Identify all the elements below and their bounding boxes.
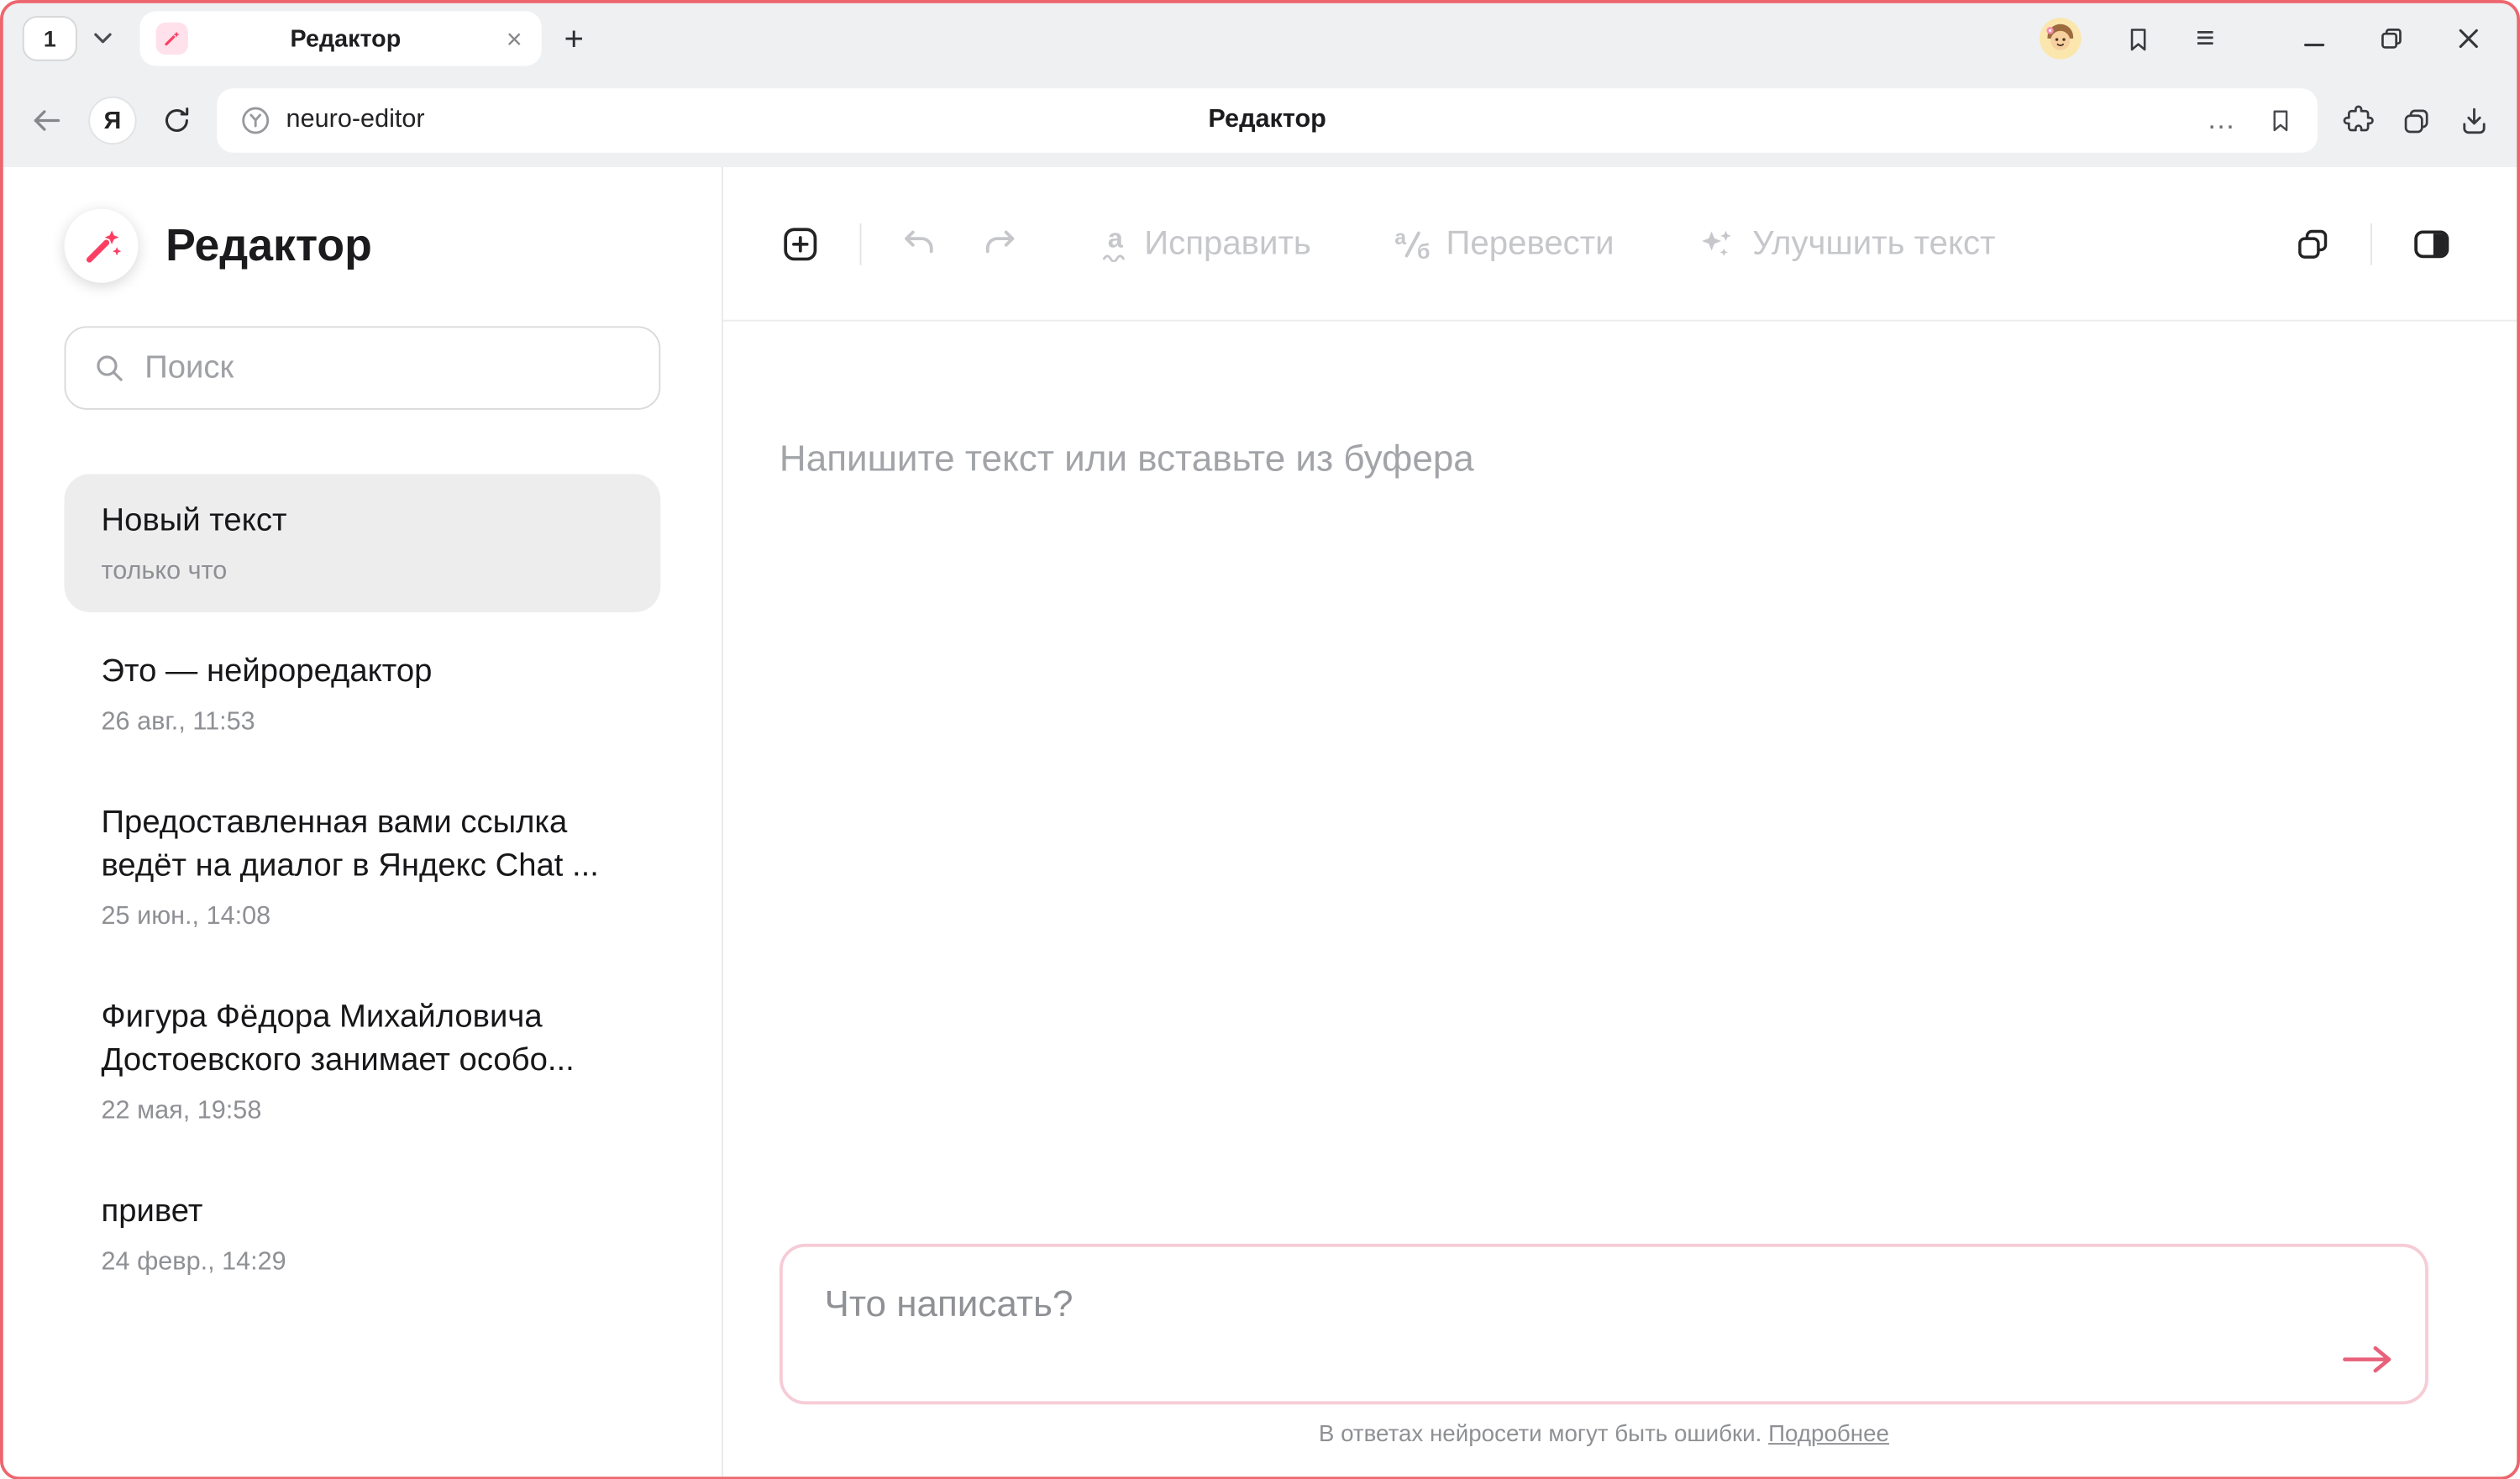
browser-window: 1 Редактор × + <box>0 0 2520 1479</box>
toggle-sidebar-button[interactable] <box>2411 223 2453 265</box>
app-logo-wand-icon <box>65 209 139 283</box>
app-logo-row: Редактор <box>3 209 722 283</box>
redo-icon <box>980 224 1019 263</box>
editor-pane: а Исправить аб Перевести <box>723 167 2517 1476</box>
toolbar-divider <box>2370 223 2372 265</box>
browser-tab-active[interactable]: Редактор × <box>139 11 541 66</box>
site-icon <box>239 104 271 136</box>
doc-title: Новый текст <box>102 500 624 543</box>
doc-title: Предоставленная вами ссылка ведёт на диа… <box>102 802 624 889</box>
chrome-right-controls: ≡ <box>2040 18 2498 60</box>
doc-title: Фигура Фёдора Михайловича Достоевского з… <box>102 996 624 1083</box>
extensions-puzzle-icon[interactable] <box>2342 103 2376 137</box>
menu-icon[interactable]: ≡ <box>2196 20 2214 57</box>
tab-close-icon[interactable]: × <box>503 25 526 53</box>
tabs-chevron-button[interactable] <box>87 16 118 61</box>
yandex-logo-icon[interactable]: Я <box>88 97 136 144</box>
toolbar-divider <box>860 223 862 265</box>
disclaimer-link[interactable]: Подробнее <box>1768 1421 1889 1447</box>
editor-toolbar: а Исправить аб Перевести <box>723 167 2517 322</box>
doc-meta: 26 авг., 11:53 <box>102 709 624 737</box>
send-arrow-icon <box>2340 1343 2395 1375</box>
undo-button[interactable] <box>900 224 938 263</box>
doc-meta: 25 июн., 14:08 <box>102 903 624 931</box>
disclaimer-text: В ответах нейросети могут быть ошибки. <box>1319 1421 1761 1447</box>
new-document-button[interactable] <box>780 223 822 265</box>
copy-icon <box>2293 224 2332 263</box>
tab-title: Редактор <box>201 25 491 53</box>
url-bar-actions: … <box>2207 106 2295 134</box>
close-window-icon[interactable] <box>2455 26 2481 52</box>
tab-favicon-wand-icon <box>156 23 188 55</box>
editor-placeholder: Напишите текст или вставьте из буфера <box>780 437 2517 480</box>
prompt-area: В ответах нейросети могут быть ошибки. П… <box>780 1243 2428 1447</box>
improve-text-button[interactable]: Улучшить текст <box>1698 224 1995 263</box>
doc-meta: 22 мая, 19:58 <box>102 1098 624 1126</box>
doc-list-item[interactable]: Фигура Фёдора Михайловича Достоевского з… <box>65 971 661 1152</box>
new-tab-button[interactable]: + <box>564 22 584 55</box>
reload-icon[interactable] <box>160 104 192 136</box>
tab-count: 1 <box>44 26 56 52</box>
browser-chrome: 1 Редактор × + <box>3 3 2517 167</box>
undo-icon <box>900 224 938 263</box>
chevron-down-icon <box>93 32 113 45</box>
window-controls <box>2302 26 2497 52</box>
bookmark-page-icon[interactable] <box>2266 106 2295 134</box>
doc-list-item[interactable]: Это — нейроредактор 26 авг., 11:53 <box>65 625 661 763</box>
side-panels-icon[interactable] <box>2400 103 2433 137</box>
url-text: neuro-editor <box>286 106 425 134</box>
screenshot-stage: 1 Редактор × + <box>0 0 2520 1479</box>
tab-strip: 1 Редактор × + <box>3 3 2517 74</box>
prompt-input[interactable] <box>783 1246 2425 1401</box>
minimize-icon[interactable] <box>2302 26 2328 52</box>
panel-toggle-icon <box>2411 223 2453 265</box>
sparkles-icon <box>1698 224 1736 263</box>
more-icon[interactable]: … <box>2207 115 2237 127</box>
url-bar[interactable]: neuro-editor Редактор … <box>217 88 2318 153</box>
search-input[interactable] <box>144 349 633 386</box>
doc-title: привет <box>102 1191 624 1235</box>
spellcheck-icon: а <box>1103 225 1129 262</box>
page-content: Редактор Новый текст только что Эт <box>3 167 2517 1476</box>
translate-icon: аб <box>1394 226 1430 261</box>
tab-counter-button[interactable]: 1 <box>23 16 77 61</box>
restore-icon[interactable] <box>2379 26 2405 52</box>
doc-meta: только что <box>102 558 624 586</box>
redo-button[interactable] <box>980 224 1019 263</box>
page-title: Редактор <box>217 106 2318 134</box>
address-bar: Я neuro-editor Ре <box>3 74 2517 167</box>
document-list: Новый текст только что Это — нейроредакт… <box>3 474 722 1303</box>
downloads-icon[interactable] <box>2457 103 2491 137</box>
doc-meta: 24 февр., 14:29 <box>102 1249 624 1277</box>
send-button[interactable] <box>2335 1333 2400 1384</box>
ai-disclaimer: В ответах нейросети могут быть ошибки. П… <box>780 1421 2428 1447</box>
back-icon[interactable] <box>29 102 64 138</box>
doc-list-item[interactable]: Предоставленная вами ссылка ведёт на диа… <box>65 776 661 957</box>
search-icon <box>92 350 127 385</box>
plus-square-icon <box>780 223 822 265</box>
prompt-box[interactable] <box>780 1243 2428 1403</box>
profile-avatar[interactable] <box>2040 18 2082 60</box>
doc-list-item-selected[interactable]: Новый текст только что <box>65 474 661 612</box>
fix-text-button[interactable]: а Исправить <box>1103 224 1311 263</box>
doc-title: Это — нейроредактор <box>102 651 624 695</box>
doc-list-item[interactable]: привет 24 февр., 14:29 <box>65 1165 661 1303</box>
toolbar-right-group <box>2293 223 2452 265</box>
search-box[interactable] <box>65 326 661 409</box>
sidebar: Редактор Новый текст только что Эт <box>3 167 723 1476</box>
copy-button[interactable] <box>2293 224 2332 263</box>
translate-button[interactable]: аб Перевести <box>1394 224 1614 263</box>
bookmarks-flag-icon[interactable] <box>2124 24 2154 54</box>
app-title: Редактор <box>165 220 372 271</box>
